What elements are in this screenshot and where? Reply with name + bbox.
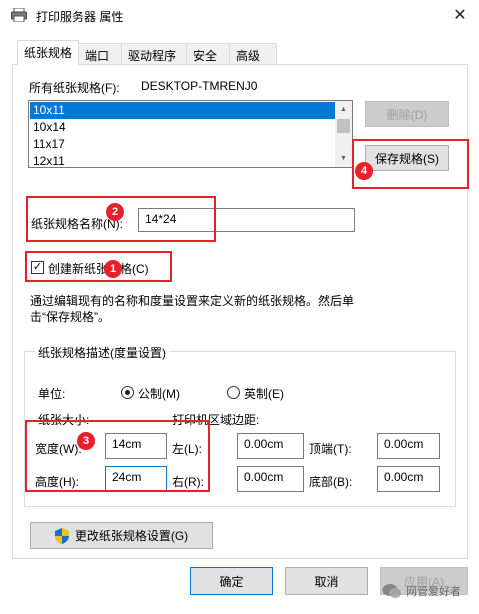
english-label: 英制(E)	[244, 387, 284, 401]
english-radio[interactable]	[227, 386, 240, 399]
server-name: DESKTOP-TMRENJ0	[141, 79, 258, 93]
all-forms-label: 所有纸张规格(F):	[29, 81, 120, 95]
cancel-button[interactable]: 取消	[285, 567, 368, 595]
annotation-box-create	[25, 251, 172, 282]
right-margin-input[interactable]: 0.00cm	[237, 466, 304, 492]
window-title: 打印服务器 属性	[36, 10, 124, 24]
description-text-line2: 击“保存规格”。	[30, 310, 110, 324]
listbox-scrollbar[interactable]: ▲ ▼	[335, 101, 352, 167]
scroll-down-arrow-icon[interactable]: ▼	[335, 150, 352, 167]
forms-listbox[interactable]: 10x11 10x14 11x17 12x11 ▲ ▼	[28, 100, 353, 168]
printer-icon	[11, 8, 27, 22]
tab-security[interactable]: 安全	[186, 43, 230, 64]
units-label: 单位:	[38, 387, 66, 401]
top-margin-input[interactable]: 0.00cm	[377, 433, 440, 459]
list-item[interactable]: 12x11	[30, 153, 337, 167]
tab-ports[interactable]: 端口	[78, 43, 122, 64]
annotation-box-form-name	[26, 196, 216, 242]
change-form-settings-button[interactable]: 更改纸张规格设置(G)	[30, 522, 213, 549]
annotation-box-size	[25, 420, 210, 492]
list-item[interactable]: 10x14	[30, 119, 337, 136]
title-bar: 打印服务器 属性 ✕	[0, 0, 479, 31]
left-margin-input[interactable]: 0.00cm	[237, 433, 304, 459]
tab-advanced[interactable]: 高级	[229, 43, 277, 64]
list-item[interactable]: 10x11	[30, 102, 337, 119]
annotation-badge-3: 3	[77, 432, 95, 450]
measurements-group-title: 纸张规格描述(度量设置)	[35, 344, 169, 361]
scroll-up-arrow-icon[interactable]: ▲	[335, 101, 352, 118]
top-margin-label: 顶端(T):	[309, 442, 352, 456]
wechat-icon	[382, 584, 401, 598]
annotation-badge-1: 1	[104, 260, 122, 278]
metric-label: 公制(M)	[138, 387, 180, 401]
shield-icon	[54, 527, 69, 544]
tab-forms[interactable]: 纸张规格	[17, 40, 79, 65]
watermark-text: 网管爱好者	[406, 586, 461, 598]
bottom-margin-label: 底部(B):	[309, 475, 353, 489]
close-button[interactable]: ✕	[445, 2, 475, 28]
change-form-settings-label: 更改纸张规格设置(G)	[74, 529, 189, 543]
metric-radio[interactable]	[121, 386, 134, 399]
tab-drivers[interactable]: 驱动程序	[121, 43, 187, 64]
annotation-badge-4: 4	[355, 162, 373, 180]
bottom-margin-input[interactable]: 0.00cm	[377, 466, 440, 492]
delete-button[interactable]: 删除(D)	[365, 101, 449, 127]
scroll-thumb[interactable]	[337, 119, 350, 133]
ok-button[interactable]: 确定	[190, 567, 273, 595]
list-item[interactable]: 11x17	[30, 136, 337, 153]
watermark: 网管爱好者	[382, 583, 461, 599]
description-text-line1: 通过编辑现有的名称和度量设置来定义新的纸张规格。然后单	[30, 294, 355, 308]
annotation-badge-2: 2	[106, 203, 124, 221]
